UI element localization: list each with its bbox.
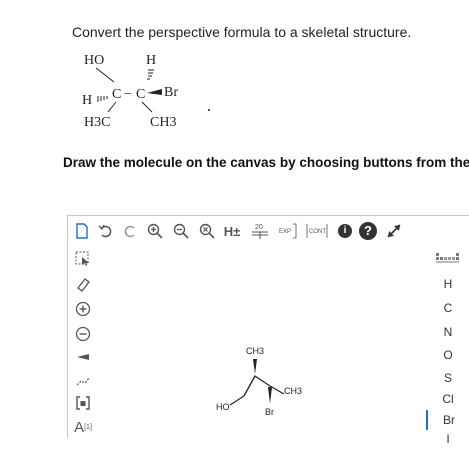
formula-br-label: Br xyxy=(164,85,178,100)
h-plus-button[interactable]: H± xyxy=(221,220,243,242)
zoom-in-icon[interactable] xyxy=(145,220,165,242)
info-icon[interactable]: i xyxy=(336,220,354,242)
canvas-ho-label: HO xyxy=(216,402,230,412)
formula-h-left-label: H xyxy=(82,93,92,108)
chain-tool-icon[interactable] xyxy=(72,369,94,391)
formula-c-left: C xyxy=(112,87,121,102)
atom-label-text: A xyxy=(74,418,85,436)
formula-dash: − xyxy=(124,87,132,102)
formula-hashed-bond-h-top xyxy=(147,69,154,80)
zoom-out-icon[interactable] xyxy=(171,220,191,242)
cont-button[interactable]: CONT xyxy=(304,220,330,242)
left-toolbar: A [1] xyxy=(68,246,98,439)
select-tool-icon[interactable] xyxy=(72,248,94,270)
formula-ho-label: HO xyxy=(84,53,104,68)
canvas-ch3-top-label: CH3 xyxy=(246,346,264,356)
periodic-table-icon[interactable] xyxy=(426,250,469,266)
question-instruction: Draw the molecule on the canvas by choos… xyxy=(63,155,469,170)
formula-h-top-label: H xyxy=(146,53,156,68)
element-c-button[interactable]: C xyxy=(426,298,469,318)
help-icon[interactable]: ? xyxy=(357,220,379,242)
perspective-formula: HO H C − C Br H H3C CH3 xyxy=(82,53,210,130)
template-20-button[interactable]: 20 xyxy=(248,220,272,242)
editor-toolbar: H± 20 EXP CONT i ? xyxy=(68,216,469,246)
canvas-molecule: CH3 CH3 HO Br xyxy=(216,346,302,417)
template-20-label: 20 xyxy=(255,224,263,231)
element-cl-button[interactable]: Cl xyxy=(426,389,469,409)
expand-icon[interactable] xyxy=(383,220,405,242)
element-h-button[interactable]: H xyxy=(426,274,469,294)
element-s-button[interactable]: S xyxy=(426,368,469,388)
canvas-bond-c2-c3 xyxy=(243,375,256,397)
cont-label: CONT xyxy=(309,229,326,235)
question-prompt: Convert the perspective formula to a ske… xyxy=(72,24,412,40)
formula-dot xyxy=(208,109,210,111)
formula-ch3-label: CH3 xyxy=(150,115,176,130)
eraser-icon[interactable] xyxy=(72,273,94,295)
canvas-ch3-right-label: CH3 xyxy=(284,386,302,396)
exp-button[interactable]: EXP xyxy=(276,220,300,242)
element-o-button[interactable]: O xyxy=(426,345,469,365)
new-document-icon[interactable] xyxy=(72,220,92,242)
redo-icon[interactable] xyxy=(120,220,140,242)
canvas-br-label: Br xyxy=(265,407,274,417)
atom-label-sup: [1] xyxy=(84,423,92,431)
formula-h3c-label: H3C xyxy=(84,115,110,130)
element-palette: H C N O S Cl Br I xyxy=(426,246,469,446)
atom-label-tool[interactable]: A [1] xyxy=(72,416,94,438)
bracket-tool-icon[interactable] xyxy=(72,392,94,414)
canvas-wedge-br xyxy=(268,387,272,404)
drawing-canvas[interactable]: CH3 CH3 HO Br xyxy=(98,246,426,439)
info-label: i xyxy=(338,224,352,238)
help-label: ? xyxy=(359,222,377,240)
zoom-reset-icon[interactable] xyxy=(197,220,217,242)
formula-bond-ho xyxy=(95,67,115,83)
wedge-bond-icon[interactable] xyxy=(72,346,94,368)
formula-hashed-bond-h-left xyxy=(97,96,108,102)
element-i-button[interactable]: I xyxy=(426,429,469,449)
formula-wedge-br xyxy=(147,89,162,95)
element-n-button[interactable]: N xyxy=(426,322,469,342)
formula-bond-h3c xyxy=(107,101,117,113)
canvas-skeleton-bonds xyxy=(229,375,285,406)
canvas-wedge-ch3 xyxy=(253,359,257,374)
formula-c-right: C xyxy=(136,87,145,102)
positive-charge-icon[interactable] xyxy=(72,298,94,320)
formula-bond-ch3 xyxy=(141,101,153,113)
exp-label: EXP xyxy=(279,229,291,235)
element-br-button[interactable]: Br xyxy=(426,410,469,430)
undo-icon[interactable] xyxy=(96,220,116,242)
negative-charge-icon[interactable] xyxy=(72,323,94,345)
molecule-editor: H± 20 EXP CONT i ? A [1] CH3 CH3 HO Br H… xyxy=(67,215,469,446)
